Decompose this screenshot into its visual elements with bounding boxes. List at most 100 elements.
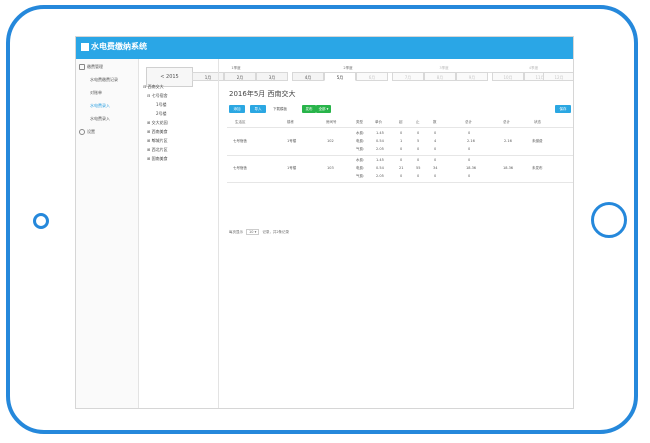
page-size-select[interactable]: 10 ▾ xyxy=(246,229,260,235)
publish-dropdown[interactable]: 全部 ▾ xyxy=(316,105,331,113)
cell-end: 55 xyxy=(416,166,421,170)
cell-subtotal: 18.36 xyxy=(466,166,477,170)
col-header-qty: 数 xyxy=(433,120,437,124)
cell-start: 0 xyxy=(400,174,403,178)
cell-qty: 0 xyxy=(434,174,437,178)
cell-price: 1.45 xyxy=(376,131,384,135)
cell-start: 0 xyxy=(400,147,403,151)
cell-type: 电费: xyxy=(356,166,365,170)
cell-total: 2.16 xyxy=(504,139,512,143)
col-header-end: 止 xyxy=(416,120,420,124)
publish-button[interactable]: 发布 xyxy=(302,105,316,113)
tree-leaf[interactable]: 2号楼 xyxy=(156,111,167,117)
cell-building: 1号楼 xyxy=(287,166,297,170)
cell-type: 气费: xyxy=(356,147,365,151)
import-button[interactable]: 导入 xyxy=(250,105,266,113)
month-tab-2[interactable]: 2月 xyxy=(224,72,256,81)
cell-room: 103 xyxy=(327,166,334,170)
cell-qty: 4 xyxy=(434,139,437,143)
home-button[interactable] xyxy=(591,202,627,238)
month-tab-9[interactable]: 9月 xyxy=(456,72,488,81)
cell-price: 0.54 xyxy=(376,139,384,143)
save-button[interactable]: 保存 xyxy=(555,105,571,113)
cell-room: 102 xyxy=(327,139,334,143)
month-tab-12[interactable]: 12月 xyxy=(543,72,573,81)
month-tab-6[interactable]: 6月 xyxy=(356,72,388,81)
app-title: 水电费缴纳系统 xyxy=(91,42,147,51)
month-tab-7[interactable]: 7月 xyxy=(392,72,424,81)
camera-icon xyxy=(33,213,49,229)
cell-area: 七号宿舍 xyxy=(233,139,247,143)
cell-subtotal: 0 xyxy=(468,131,471,135)
col-header-start: 起 xyxy=(399,120,403,124)
cell-price: 0.54 xyxy=(376,166,384,170)
month-tab-4[interactable]: 4月 xyxy=(292,72,324,81)
app-screen: 水电费缴纳系统 缴费管理 水电费缴费记录 对账单 水电费录入 水电费录入 设置 … xyxy=(75,36,574,409)
month-tab-10[interactable]: 10月 xyxy=(492,72,524,81)
cell-type: 电费: xyxy=(356,139,365,143)
cell-type: 气费: xyxy=(356,174,365,178)
tree-leaf[interactable]: 1号楼 xyxy=(156,102,167,108)
tree-node[interactable]: ⊞ 西南美食 xyxy=(147,129,168,135)
col-header-area: 生活区 xyxy=(235,120,246,124)
cell-start: 1 xyxy=(400,139,403,143)
cell-qty: 0 xyxy=(434,158,437,162)
sidebar-group-settings[interactable]: 设置 xyxy=(79,129,95,135)
col-header-status: 状态 xyxy=(534,120,541,124)
cell-start: 21 xyxy=(399,166,404,170)
cell-type: 水费: xyxy=(356,158,365,162)
col-header-room: 房间号 xyxy=(326,120,337,124)
sidebar-item-records[interactable]: 水电费缴费记录 xyxy=(90,77,118,83)
cell-start: 0 xyxy=(400,131,403,135)
download-template-link[interactable]: 下载模板 xyxy=(273,107,287,112)
col-header-total: 总计 xyxy=(503,120,510,124)
col-header-building: 楼栋 xyxy=(287,120,294,124)
app-header: 水电费缴纳系统 xyxy=(76,37,573,59)
tree-node[interactable]: ⊞ 西北片区 xyxy=(147,147,168,153)
sidebar-item-statement[interactable]: 对账单 xyxy=(90,90,102,96)
pagination-footer: 每页显示 10 ▾ 记录，共2条记录 xyxy=(229,229,290,235)
sidebar-group-billing[interactable]: 缴费管理 xyxy=(79,64,103,70)
col-header-type: 类型 xyxy=(356,120,363,124)
month-tab-3[interactable]: 3月 xyxy=(256,72,288,81)
page-title: 2016年5月 西南交大 xyxy=(229,90,296,98)
tree-node[interactable]: ⊞ 郫城片区 xyxy=(147,138,168,144)
cell-start: 0 xyxy=(400,158,403,162)
month-tab-8[interactable]: 8月 xyxy=(424,72,456,81)
cart-icon xyxy=(79,64,85,70)
gear-icon xyxy=(79,129,85,135)
tree-node[interactable]: ⊞ 国南美食 xyxy=(147,156,168,162)
main-content: 2016年5月 西南交大 添加 导入 下载模板 发布 全部 ▾ 保存 生活区 楼… xyxy=(219,83,573,408)
status-badge: 未发布 xyxy=(532,166,543,170)
cell-subtotal: 0 xyxy=(468,147,471,151)
divider xyxy=(227,155,573,156)
cell-building: 1号楼 xyxy=(287,139,297,143)
cell-area: 七号宿舍 xyxy=(233,166,247,170)
cell-end: 0 xyxy=(417,158,420,162)
status-badge: 未缴费 xyxy=(532,139,543,143)
tree-node[interactable]: ⊞ 交大花园 xyxy=(147,120,168,126)
sidebar-item-entry-2[interactable]: 水电费录入 xyxy=(90,116,110,122)
add-button[interactable]: 添加 xyxy=(229,105,245,113)
cell-end: 0 xyxy=(417,131,420,135)
sidebar-item-entry[interactable]: 水电费录入 xyxy=(90,103,110,109)
cell-qty: 34 xyxy=(433,166,438,170)
tree-node[interactable]: ⊟ 七号宿舍 xyxy=(147,93,168,99)
app-logo-icon xyxy=(81,43,89,51)
month-tab-5[interactable]: 5月 xyxy=(324,72,356,81)
cell-qty: 0 xyxy=(434,131,437,135)
col-header-price: 单价 xyxy=(375,120,382,124)
cell-subtotal: 0 xyxy=(468,158,471,162)
cell-subtotal: 2.16 xyxy=(467,139,475,143)
cell-price: 2.05 xyxy=(376,174,384,178)
location-tree: ⊟ 西南交大 ⊟ 七号宿舍 1号楼 2号楼 ⊞ 交大花园 ⊞ 西南美食 ⊞ 郫城… xyxy=(139,59,219,408)
divider xyxy=(227,127,573,128)
cell-end: 0 xyxy=(417,147,420,151)
cell-end: 0 xyxy=(417,174,420,178)
sidebar: 缴费管理 水电费缴费记录 对账单 水电费录入 水电费录入 设置 xyxy=(76,59,139,408)
tree-root[interactable]: ⊟ 西南交大 xyxy=(143,84,164,90)
cell-subtotal: 0 xyxy=(468,174,471,178)
cell-price: 2.05 xyxy=(376,147,384,151)
col-header-subtotal: 总计 xyxy=(465,120,472,124)
cell-type: 水费: xyxy=(356,131,365,135)
